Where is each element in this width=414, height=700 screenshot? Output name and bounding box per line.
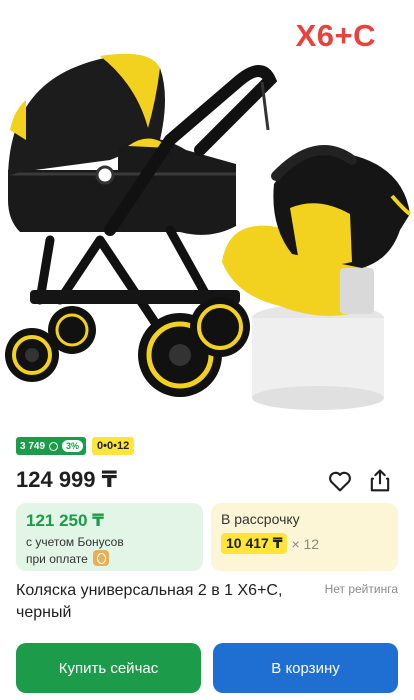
installment-months: × 12 [291, 535, 320, 552]
installment-title: В рассрочку [221, 511, 300, 527]
rating-status[interactable]: Нет рейтинга [325, 582, 398, 596]
badges: 3 749 3% 0•0•12 [16, 437, 135, 455]
bonus-amount: 3 749 [20, 440, 46, 452]
favorite-heart-icon[interactable] [326, 467, 354, 495]
share-icon[interactable] [366, 467, 394, 495]
buy-now-button[interactable]: Купить сейчас [16, 643, 201, 693]
bonus-line1: с учетом Бонусов [26, 535, 124, 549]
product-title-row: Коляска универсальная 2 в 1 X6+C, черный… [16, 580, 398, 624]
bonus-price: 121 250 ₸ [26, 511, 105, 530]
add-to-cart-button[interactable]: В корзину [213, 643, 398, 693]
bonus-coin-icon [49, 441, 59, 451]
bonus-coin-icon [93, 550, 110, 566]
image-label: X6+C [295, 18, 376, 53]
bonus-description: с учетом Бонусов при оплате [26, 534, 193, 567]
product-image[interactable]: X6+C [0, 0, 414, 426]
bonus-line2: при оплате [26, 552, 88, 566]
bonus-price-card[interactable]: 121 250 ₸ с учетом Бонусов при оплате [16, 503, 203, 571]
bonus-badge: 3 749 3% [16, 437, 87, 455]
installment-card[interactable]: В рассрочку 10 417 ₸ × 12 [211, 503, 398, 571]
price-row: 124 999 ₸ [16, 465, 398, 495]
product-title: Коляска универсальная 2 в 1 X6+C, черный [16, 582, 283, 621]
stroller-illustration [5, 53, 412, 410]
price-options: 121 250 ₸ с учетом Бонусов при оплате В … [16, 503, 398, 571]
installment-monthly: 10 417 ₸ [221, 533, 288, 554]
action-bar: Купить сейчас В корзину [16, 643, 398, 693]
bonus-percent: 3% [62, 440, 84, 452]
installment-badge: 0•0•12 [92, 437, 135, 455]
